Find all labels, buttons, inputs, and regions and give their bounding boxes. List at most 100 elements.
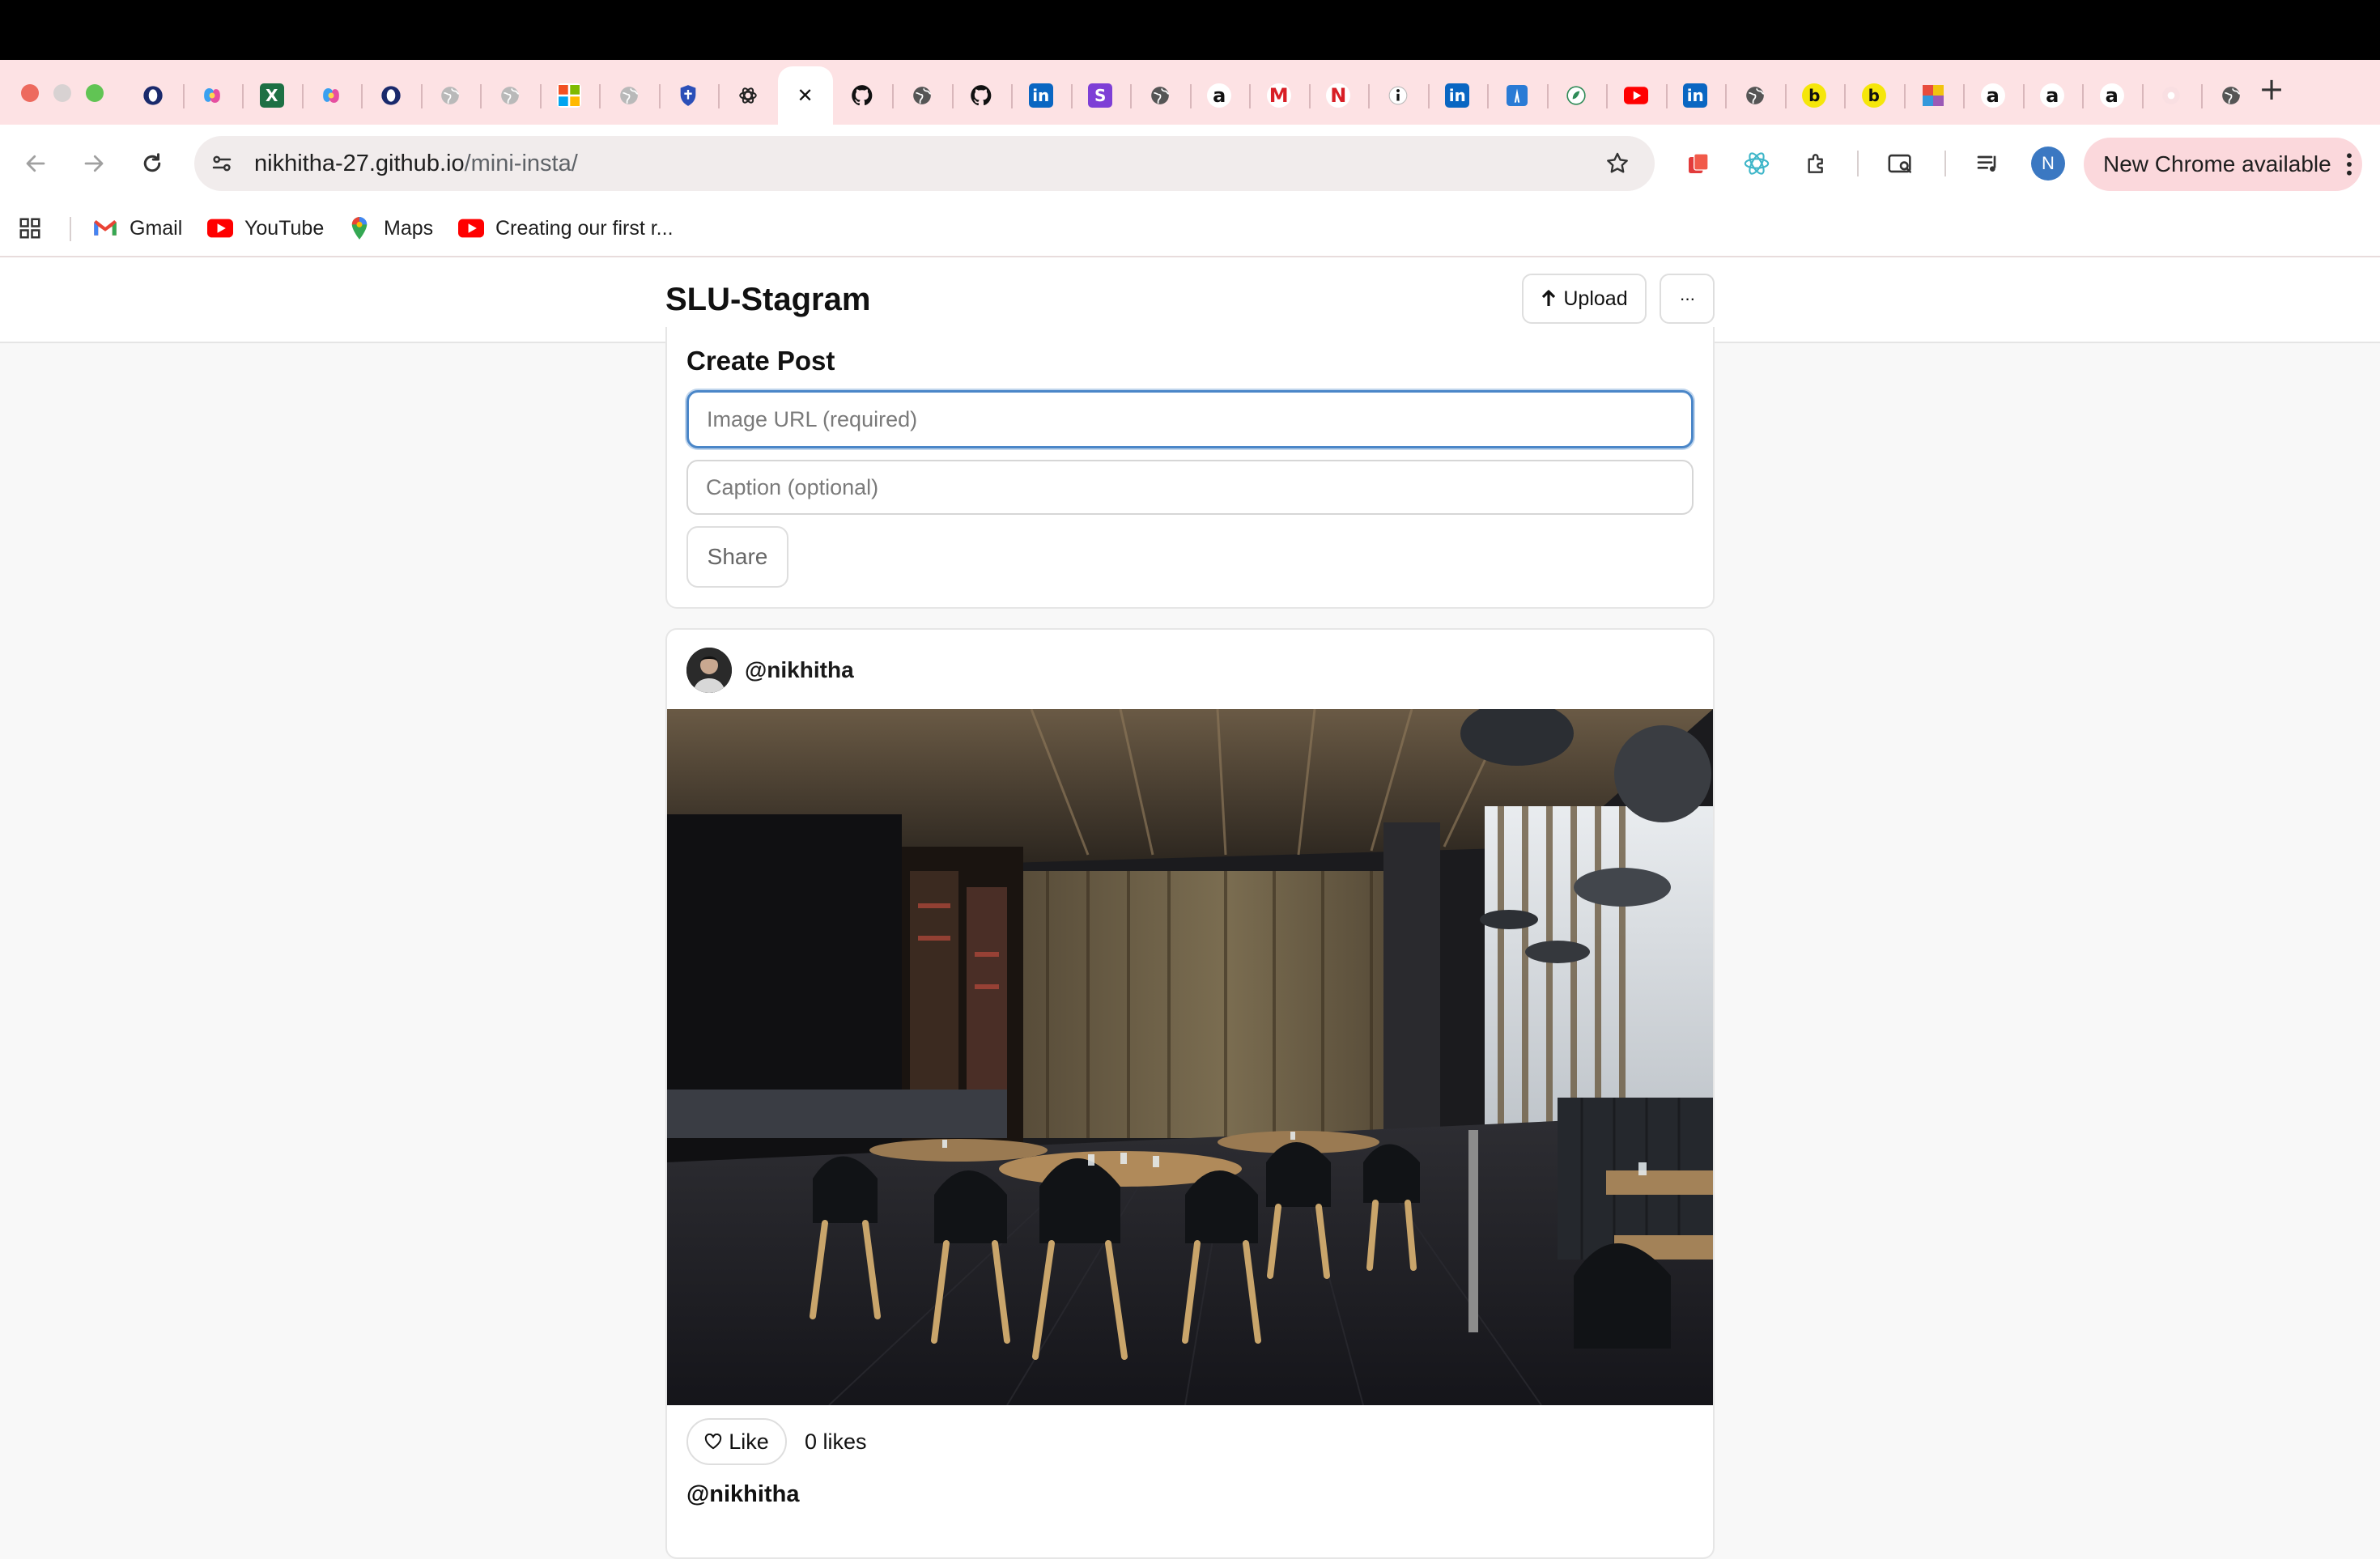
browser-tab[interactable]: [1903, 66, 1964, 125]
bookmark-gmail[interactable]: Gmail: [92, 212, 182, 244]
like-button[interactable]: Like: [686, 1418, 787, 1465]
browser-tab[interactable]: [182, 66, 243, 125]
openai-icon: [736, 83, 760, 108]
share-button[interactable]: Share: [686, 526, 788, 588]
browser-tab[interactable]: [833, 66, 893, 125]
shield-icon: [676, 83, 700, 108]
address-url[interactable]: nikhitha-27.github.io/mini-insta/: [254, 147, 578, 180]
arrow-left-icon: [26, 155, 45, 172]
browser-tab[interactable]: M: [1249, 66, 1309, 125]
browser-tab[interactable]: [539, 66, 600, 125]
arrow-right-icon: [84, 155, 104, 172]
apps-grid-icon: [19, 218, 40, 239]
minimize-window-button[interactable]: [53, 84, 71, 102]
linkedin-icon: in: [1683, 83, 1708, 108]
browser-tab[interactable]: [301, 66, 362, 125]
github-icon: [850, 83, 874, 108]
gmail-icon: [92, 218, 118, 239]
browser-tab[interactable]: a: [1963, 66, 2023, 125]
post-image: [667, 709, 1713, 1405]
browser-tab[interactable]: [2201, 66, 2261, 125]
leaf-icon: [1564, 83, 1588, 108]
microsoft-icon: [557, 83, 582, 108]
browser-tab[interactable]: [951, 66, 1012, 125]
bookmark-maps[interactable]: Maps: [346, 212, 433, 244]
browser-tab[interactable]: in: [1011, 66, 1071, 125]
back-button[interactable]: [16, 144, 55, 183]
upload-button[interactable]: Upload: [1522, 274, 1647, 324]
maximize-window-button[interactable]: [86, 84, 104, 102]
url-path: /mini-insta/: [464, 151, 578, 176]
close-window-button[interactable]: [21, 84, 39, 102]
browser-tab[interactable]: [1546, 66, 1607, 125]
figure-icon: [1505, 83, 1529, 108]
browser-tab[interactable]: X: [242, 66, 302, 125]
browser-tab[interactable]: [1487, 66, 1547, 125]
more-options-button[interactable]: ···: [1660, 274, 1715, 324]
user-avatar[interactable]: [686, 648, 732, 693]
toolbar-divider: [1944, 151, 1946, 176]
bookmark-label: Gmail: [130, 216, 183, 240]
likes-count: 0 likes: [805, 1429, 867, 1454]
github-icon: [969, 83, 993, 108]
browser-tab[interactable]: ✕: [777, 66, 833, 125]
browser-tab[interactable]: a: [2022, 66, 2083, 125]
browser-tab[interactable]: a: [1189, 66, 1250, 125]
browser-tab[interactable]: [1606, 66, 1666, 125]
media-controls-icon[interactable]: [1970, 146, 2006, 181]
reload-button[interactable]: [133, 144, 172, 183]
browser-tab[interactable]: [361, 66, 421, 125]
browser-tab[interactable]: a: [2082, 66, 2142, 125]
toolbar-divider: [1857, 151, 1859, 176]
globe-icon: [2219, 83, 2243, 108]
bookmark-creating-our-first[interactable]: Creating our first r...: [458, 212, 674, 244]
post-username[interactable]: @nikhitha: [745, 654, 854, 686]
extensions-puzzle-icon[interactable]: [1799, 146, 1834, 181]
caption-input[interactable]: [686, 460, 1694, 515]
reload-icon: [143, 153, 161, 172]
amazon-icon: a: [2099, 83, 2124, 108]
tab-search-icon[interactable]: [1883, 146, 1919, 181]
youtube-icon: [207, 218, 233, 239]
pdf-extension-icon[interactable]: [1681, 146, 1716, 181]
browser-tab[interactable]: [1725, 66, 1785, 125]
browser-tab[interactable]: [420, 66, 481, 125]
browser-tab[interactable]: in: [1665, 66, 1726, 125]
bookmark-label: Maps: [384, 216, 434, 240]
browser-tabs: X ✕ in Sa M Nin in b b a a a: [123, 66, 2261, 125]
info-icon: [1386, 83, 1410, 108]
bookmark-youtube[interactable]: YouTube: [207, 212, 324, 244]
browser-tab[interactable]: [1130, 66, 1190, 125]
app-brand[interactable]: SLU-Stagram: [665, 277, 870, 322]
bookmark-label: Creating our first r...: [495, 216, 674, 240]
bookmarks-divider: [70, 217, 71, 241]
site-info-icon[interactable]: [204, 146, 240, 181]
image-url-input[interactable]: [686, 390, 1694, 448]
apps-grid-button[interactable]: [18, 212, 42, 244]
browser-tab[interactable]: [480, 66, 540, 125]
browser-tab[interactable]: b: [1784, 66, 1845, 125]
browser-tab[interactable]: N: [1308, 66, 1369, 125]
copilot-icon: [319, 83, 343, 108]
forward-button[interactable]: [74, 144, 113, 183]
chrome-update-button[interactable]: New Chrome available: [2084, 138, 2362, 191]
opera-icon: [379, 83, 403, 108]
caption-username[interactable]: @nikhitha: [686, 1478, 799, 1510]
profile-avatar[interactable]: N: [2031, 147, 2065, 181]
browser-tab[interactable]: [658, 66, 719, 125]
browser-tab[interactable]: b: [1844, 66, 1904, 125]
browser-tab[interactable]: [1368, 66, 1428, 125]
browser-tab[interactable]: [2141, 66, 2202, 125]
browser-tab[interactable]: [123, 66, 183, 125]
heart-icon: [705, 1434, 722, 1450]
excel-icon: X: [259, 83, 284, 108]
react-extension-icon[interactable]: [1739, 146, 1774, 181]
browser-tab[interactable]: in: [1427, 66, 1488, 125]
bookmark-star-icon[interactable]: [1600, 146, 1635, 181]
new-tab-button[interactable]: +: [2254, 71, 2289, 107]
browser-tab[interactable]: [718, 66, 778, 125]
browser-tab[interactable]: [892, 66, 952, 125]
browser-tab[interactable]: [599, 66, 659, 125]
browser-tab[interactable]: S: [1070, 66, 1131, 125]
like-label: Like: [729, 1429, 769, 1454]
